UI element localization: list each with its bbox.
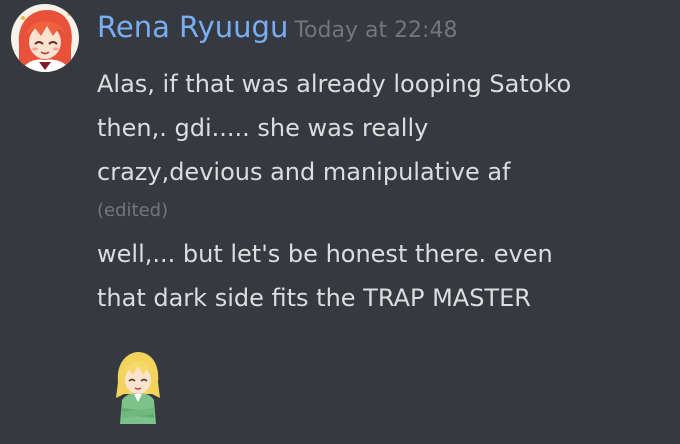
message-text-line: that dark side fits the TRAP MASTER — [97, 284, 531, 312]
custom-emoji[interactable] — [108, 348, 168, 424]
chat-message: Rena Ryuugu Today at 22:48 Alas, if that … — [0, 0, 680, 444]
message-text-line: then,. gdi..... she was really — [97, 114, 429, 142]
edited-label: (edited) — [97, 200, 169, 221]
anime-girl-emoji-icon — [116, 352, 160, 424]
avatar-icon — [11, 4, 79, 72]
message-content: Alas, if that was already looping Satoko… — [97, 62, 672, 320]
message-text-line: Alas, if that was already looping Satoko — [97, 70, 572, 98]
user-avatar[interactable] — [11, 4, 79, 72]
message-timestamp: Today at 22:48 — [294, 18, 458, 43]
message-text-line: crazy,devious and manipulative af — [97, 158, 511, 186]
message-text-line: well,... but let's be honest there. even — [97, 240, 553, 268]
author-username[interactable]: Rena Ryuugu — [97, 10, 288, 44]
message-header: Rena Ryuugu Today at 22:48 — [97, 10, 457, 50]
